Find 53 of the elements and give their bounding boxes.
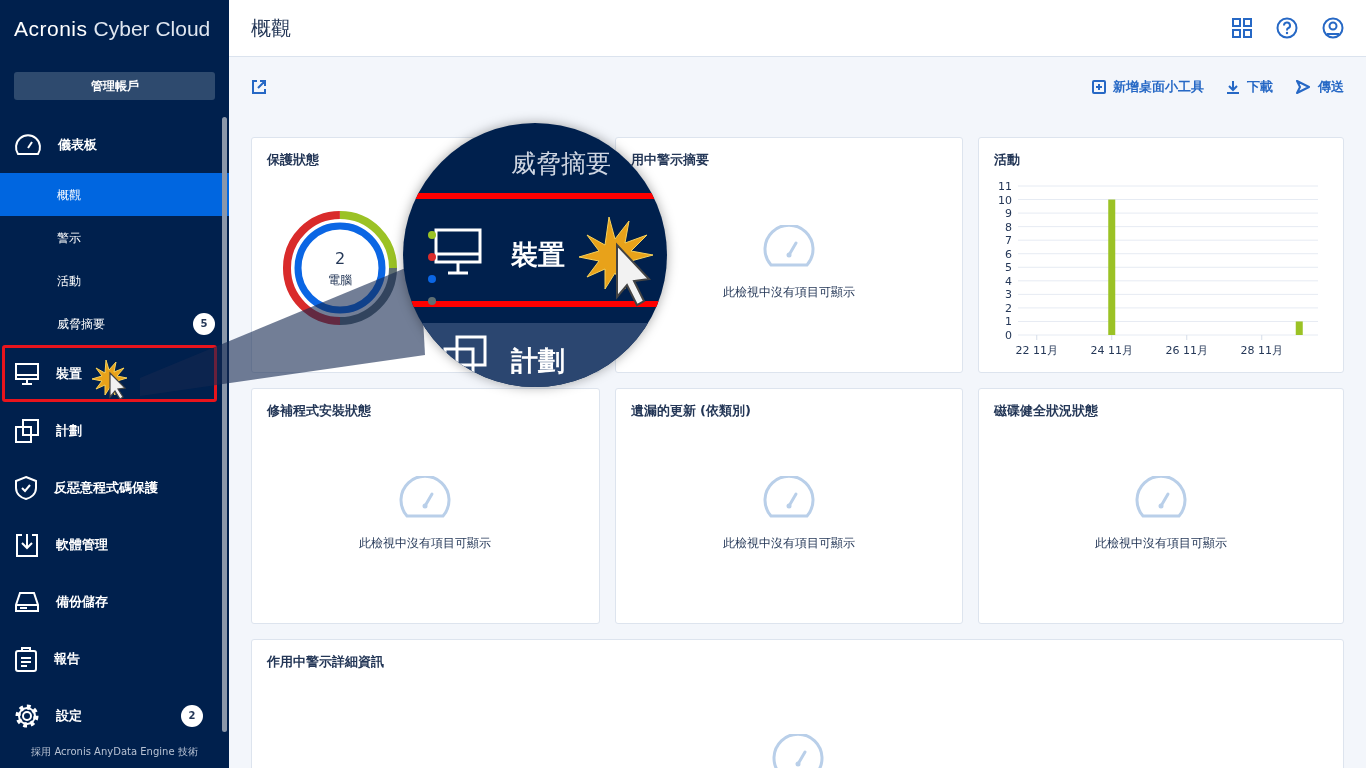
y-tick-label: 6	[1005, 247, 1012, 261]
empty-message: 此檢視中沒有項目可顯示	[359, 534, 492, 552]
sidebar-subitem[interactable]: 概觀	[0, 173, 229, 216]
sidebar-item[interactable]: 計劃	[0, 402, 217, 459]
manage-account-button[interactable]: 管理帳戶	[14, 72, 215, 100]
sidebar-item[interactable]: 軟體管理	[0, 516, 217, 573]
page-title: 概觀	[251, 16, 292, 40]
y-tick-label: 3	[1005, 287, 1012, 301]
empty-message: 此檢視中沒有項目可顯示	[722, 534, 855, 552]
widget-title: 用中警示摘要	[630, 152, 709, 168]
y-tick-label: 11	[998, 179, 1012, 193]
sidebar-item[interactable]: 儀表板	[0, 116, 217, 173]
widget-title: 修補程式安裝狀態	[267, 403, 371, 419]
y-tick-label: 5	[1005, 260, 1012, 274]
toolbar-button[interactable]: 傳送	[1295, 77, 1344, 97]
toolbar-button[interactable]: 下載	[1226, 77, 1273, 97]
logo: Acronis Cyber Cloud	[13, 16, 212, 43]
sidebar-subitem[interactable]: 警示	[0, 216, 229, 259]
device-label: 電腦	[328, 271, 352, 289]
y-tick-label: 1	[1005, 315, 1012, 329]
y-tick-label: 7	[1005, 233, 1012, 247]
y-tick-label: 0	[1005, 328, 1012, 342]
widget-title: 活動	[994, 152, 1020, 168]
sidebar-subitem[interactable]: 活動	[0, 259, 229, 302]
x-tick-label: 22 11月	[1015, 343, 1058, 357]
y-tick-label: 2	[1005, 301, 1012, 315]
y-tick-label: 9	[1005, 206, 1012, 220]
footer-text: 採用 Acronis AnyData Engine 技術	[30, 745, 199, 759]
device-count: 2	[333, 247, 347, 270]
y-tick-label: 10	[998, 193, 1012, 207]
sidebar-item[interactable]: 裝置	[2, 345, 217, 402]
x-tick-label: 24 11月	[1090, 343, 1133, 357]
sidebar-item[interactable]: 設定 2	[0, 687, 217, 743]
y-tick-label: 8	[1005, 220, 1012, 234]
sidebar-item[interactable]: 備份儲存	[0, 573, 217, 630]
sidebar-item[interactable]: 反惡意程式碼保護	[0, 459, 217, 516]
x-tick-label: 28 11月	[1240, 343, 1283, 357]
y-tick-label: 4	[1005, 274, 1012, 288]
count-badge: 5	[193, 312, 215, 335]
magnified-menu-text: 計劃	[511, 344, 565, 378]
widget-title: 磁碟健全狀況狀態	[994, 403, 1098, 419]
magnified-menu-text: 威脅摘要	[511, 148, 611, 180]
widget-title: 遺漏的更新 (依類別)	[630, 403, 751, 419]
sidebar-subitem[interactable]: 威脅摘要 5	[0, 302, 229, 345]
sidebar-item[interactable]: 報告	[0, 630, 217, 687]
empty-message: 此檢視中沒有項目可顯示	[1095, 534, 1227, 552]
toolbar-button[interactable]: 新增桌面小工具	[1092, 77, 1204, 97]
empty-message: 此檢視中沒有項目可顯示	[722, 283, 855, 301]
widget-title: 保護狀態	[267, 152, 319, 168]
count-badge: 2	[181, 704, 203, 727]
magnified-menu-text: 裝置	[511, 238, 565, 272]
widget-title: 作用中警示詳細資訊	[267, 654, 384, 670]
x-tick-label: 26 11月	[1165, 343, 1208, 357]
